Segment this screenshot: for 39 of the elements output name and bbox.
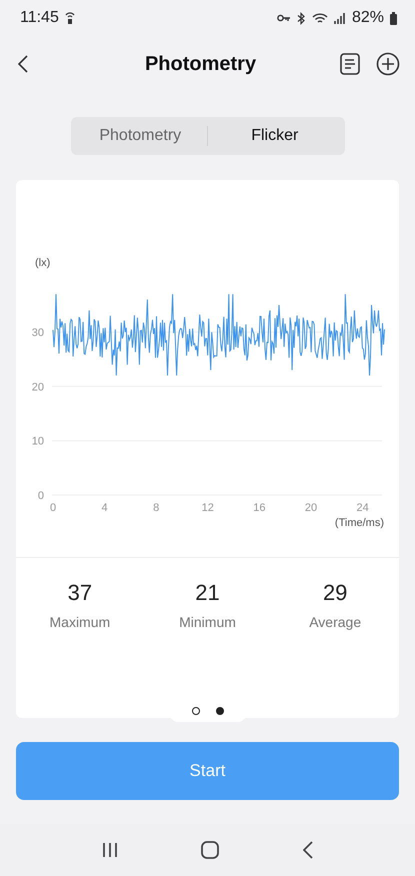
add-icon[interactable] [375, 51, 401, 77]
x-tick-label: 16 [253, 502, 266, 514]
recent-apps-icon[interactable] [102, 842, 118, 858]
bluetooth-icon [296, 12, 306, 24]
y-tick-label: 0 [38, 490, 44, 502]
x-tick-label: 4 [102, 502, 108, 514]
back-icon[interactable] [303, 841, 314, 859]
y-tick-label: 10 [32, 436, 44, 448]
start-button[interactable]: Start [16, 742, 399, 800]
status-time: 11:45 [20, 9, 59, 27]
key-icon [276, 14, 291, 22]
stat-value: 37 [68, 580, 92, 606]
page-dot[interactable] [192, 707, 200, 715]
page-dot[interactable] [216, 707, 224, 715]
back-icon[interactable] [18, 55, 28, 73]
x-tick-label: 8 [153, 502, 160, 514]
signal-icon [334, 12, 346, 24]
stat-label: Minimum [179, 614, 236, 630]
page-title: Photometry [144, 52, 258, 76]
unit-label: (lx) [35, 257, 50, 269]
stat-value: 29 [322, 580, 348, 606]
stat-label: Average [309, 614, 362, 630]
y-tick-label: 20 [32, 381, 44, 394]
stat-value: 21 [195, 580, 220, 606]
stat-label: Maximum [50, 614, 110, 630]
hotspot-icon [64, 11, 75, 25]
battery-icon [390, 12, 397, 24]
y-tick-label: 30 [32, 327, 44, 340]
x-axis-label: (Time/ms) [334, 517, 384, 529]
tab[interactable]: Flicker [208, 117, 342, 155]
x-tick-label: 20 [304, 502, 318, 514]
home-icon[interactable] [201, 841, 220, 859]
x-tick-label: 0 [50, 502, 56, 514]
tab[interactable]: Photometry [74, 117, 207, 155]
list-icon[interactable] [337, 51, 363, 77]
x-tick-label: 24 [356, 502, 369, 514]
wifi-icon [312, 12, 328, 24]
x-tick-label: 12 [202, 502, 214, 514]
battery-percent: 82% [352, 9, 384, 27]
